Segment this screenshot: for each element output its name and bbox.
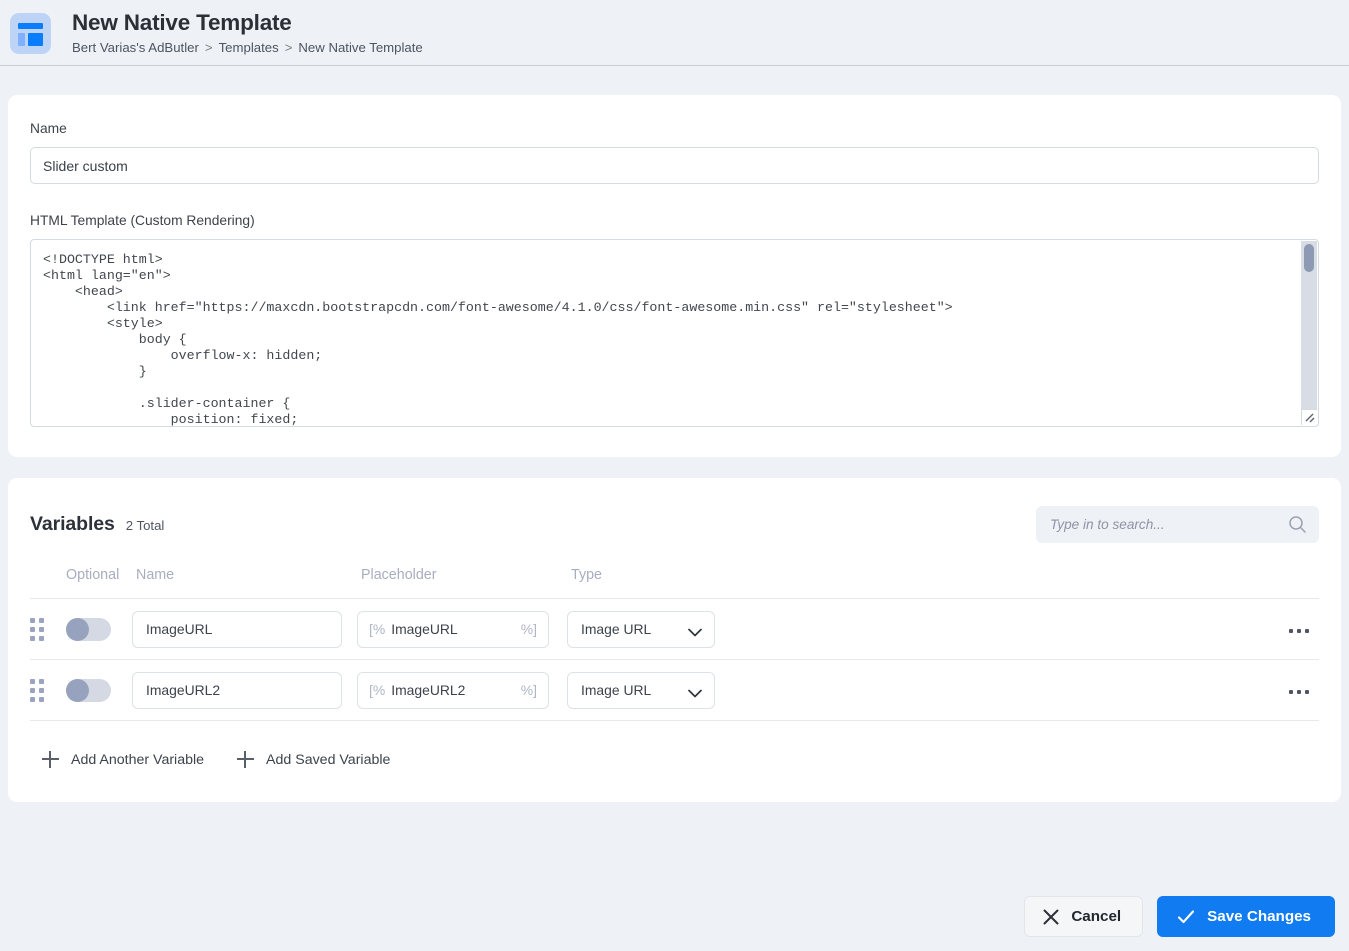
- plus-icon: [237, 751, 255, 768]
- variables-title: Variables: [30, 513, 115, 535]
- breadcrumb-item-account[interactable]: Bert Varias's AdButler: [72, 40, 199, 56]
- optional-toggle[interactable]: [66, 617, 111, 641]
- template-details-card: Name HTML Template (Custom Rendering) <!…: [8, 95, 1341, 457]
- breadcrumb-item-templates[interactable]: Templates: [219, 40, 279, 56]
- table-row: [% ImageURL %] Image URL: [30, 599, 1319, 660]
- editor-scrollbar[interactable]: [1301, 241, 1317, 425]
- variables-search[interactable]: [1036, 506, 1319, 543]
- chevron-down-icon: [688, 685, 702, 697]
- placeholder-variable-name: ImageURL: [391, 621, 458, 637]
- column-header-placeholder: Placeholder: [361, 567, 437, 583]
- check-icon: [1176, 907, 1196, 927]
- add-saved-variable-button[interactable]: Add Saved Variable: [237, 751, 390, 768]
- name-label: Name: [30, 121, 67, 136]
- column-header-optional: Optional: [66, 567, 120, 583]
- breadcrumb-separator: >: [204, 40, 213, 55]
- template-layout-icon: [10, 13, 51, 54]
- html-template-code[interactable]: <!DOCTYPE html> <html lang="en"> <head> …: [31, 240, 1301, 426]
- placeholder-close-token: %]: [520, 682, 537, 698]
- search-input[interactable]: [1036, 506, 1319, 543]
- chevron-down-icon: [688, 624, 702, 636]
- column-header-type: Type: [571, 567, 602, 583]
- name-input[interactable]: [30, 147, 1319, 184]
- column-header-name: Name: [136, 567, 175, 583]
- editor-scrollbar-thumb[interactable]: [1304, 244, 1314, 272]
- cancel-button[interactable]: Cancel: [1024, 896, 1144, 937]
- html-template-label: HTML Template (Custom Rendering): [30, 213, 255, 228]
- variable-name-input[interactable]: [132, 671, 342, 709]
- breadcrumb-separator: >: [284, 40, 293, 55]
- kebab-menu-icon[interactable]: [1287, 623, 1311, 639]
- variables-count: 2 Total: [125, 518, 165, 533]
- add-saved-variable-label: Add Saved Variable: [266, 751, 391, 768]
- drag-handle-icon[interactable]: [30, 679, 44, 702]
- variable-name-input[interactable]: [132, 610, 342, 648]
- variable-type-select[interactable]: Image URL: [567, 671, 715, 709]
- plus-icon: [42, 751, 59, 768]
- variable-type-value: Image URL: [581, 621, 652, 637]
- page-title: New Native Template: [72, 10, 292, 35]
- save-button-label: Save Changes: [1207, 908, 1311, 925]
- optional-toggle[interactable]: [66, 678, 111, 702]
- editor-resize-handle[interactable]: [1301, 409, 1317, 425]
- search-icon[interactable]: [1288, 515, 1307, 534]
- save-changes-button[interactable]: Save Changes: [1157, 896, 1335, 937]
- drag-handle-icon[interactable]: [30, 618, 44, 641]
- placeholder-open-token: [%: [369, 621, 386, 637]
- variables-table: Optional Name Placeholder Type ImageURL …: [30, 567, 1319, 721]
- variables-card: Variables 2 Total Optional Name Placehol…: [8, 478, 1341, 802]
- variable-type-select[interactable]: Image URL: [567, 610, 715, 648]
- variable-placeholder-field[interactable]: [% ImageURL2 %]: [357, 671, 549, 709]
- kebab-menu-icon[interactable]: [1287, 684, 1311, 700]
- placeholder-variable-name: ImageURL2: [391, 682, 466, 698]
- breadcrumb-item-current: New Native Template: [298, 40, 423, 55]
- variable-placeholder-field[interactable]: [% ImageURL %]: [357, 610, 549, 648]
- cancel-button-label: Cancel: [1071, 908, 1122, 925]
- form-footer: Cancel Save Changes: [0, 896, 1349, 951]
- add-another-variable-label: Add Another Variable: [71, 751, 205, 768]
- html-template-editor[interactable]: <!DOCTYPE html> <html lang="en"> <head> …: [30, 239, 1319, 427]
- table-row: [% ImageURL2 %] Image URL: [30, 660, 1319, 721]
- add-another-variable-button[interactable]: Add Another Variable: [42, 751, 204, 768]
- placeholder-open-token: [%: [369, 682, 386, 698]
- page-header: New Native Template Bert Varias's AdButl…: [0, 0, 1349, 66]
- variables-table-header: Optional Name Placeholder Type: [30, 567, 1319, 599]
- placeholder-close-token: %]: [520, 621, 537, 637]
- variable-type-value: Image URL: [581, 682, 652, 698]
- breadcrumb: Bert Varias's AdButler > Templates > New…: [72, 40, 423, 56]
- close-icon: [1042, 908, 1060, 926]
